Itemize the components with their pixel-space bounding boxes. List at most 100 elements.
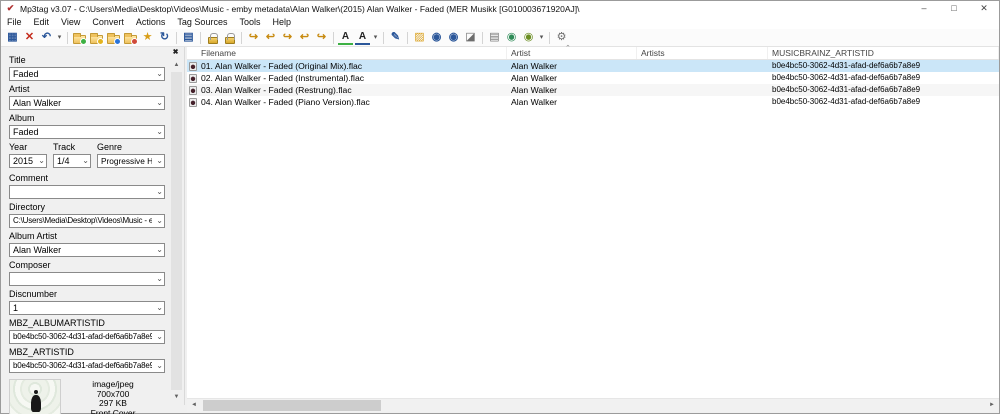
year-label: Year bbox=[9, 142, 47, 153]
column-header-filename[interactable]: Filename bbox=[187, 47, 507, 59]
menu-help[interactable]: Help bbox=[266, 16, 297, 29]
composer-label: Composer bbox=[9, 260, 165, 271]
edit-tag-icon[interactable]: ✎ bbox=[388, 30, 403, 45]
toolbar: ▦ ✕ ↶ ▾ ★ ↻ ▤ ↪ ↩ ↪ ↩ ↪ A A ▾ ✎ ▨ ◉ ◉ ◪ … bbox=[1, 29, 999, 47]
chevron-down-icon[interactable]: ⌄ bbox=[156, 97, 163, 109]
column-header-artist[interactable]: Artist bbox=[507, 47, 637, 59]
album-art-thumbnail[interactable] bbox=[9, 379, 61, 414]
chevron-down-icon[interactable]: ⌄ bbox=[156, 186, 163, 198]
convert-filename-tag-icon[interactable]: ↩ bbox=[263, 30, 278, 45]
chevron-down-icon[interactable]: ⌄ bbox=[156, 302, 163, 314]
undo-icon[interactable]: ↶ bbox=[39, 30, 54, 45]
options-icon[interactable]: ⚙ bbox=[554, 30, 569, 45]
mbz-albumartistid-field[interactable]: b0e4bc50-3062-4d31-afad-def6a6b7a8e9 ⌄ bbox=[9, 330, 165, 344]
notepad-icon[interactable]: ◪ bbox=[463, 30, 478, 45]
close-button[interactable]: ✕ bbox=[969, 1, 999, 16]
actions-icon[interactable]: A bbox=[338, 30, 353, 45]
convert-filename-filename-icon[interactable]: ↪ bbox=[280, 30, 295, 45]
titlebar: ✔ Mp3tag v3.07 - C:\Users\Media\Desktop\… bbox=[1, 1, 999, 16]
export-icon[interactable]: ▤ bbox=[487, 30, 502, 45]
scrollbar-thumb[interactable] bbox=[203, 400, 381, 411]
quick-actions-icon[interactable]: A bbox=[355, 30, 370, 45]
add-directory-icon[interactable] bbox=[89, 30, 104, 45]
toolbar-separator bbox=[383, 32, 384, 44]
chevron-down-icon[interactable]: ⌄ bbox=[156, 331, 163, 343]
favorite-directories-icon[interactable]: ★ bbox=[140, 30, 155, 45]
menu-actions[interactable]: Actions bbox=[130, 16, 172, 29]
year-field[interactable]: 2015 ⌄ bbox=[9, 154, 47, 168]
chevron-down-icon[interactable]: ⌄ bbox=[38, 155, 45, 167]
table-row[interactable]: 01. Alan Walker - Faded (Original Mix).f… bbox=[187, 60, 999, 72]
minimize-button[interactable]: – bbox=[909, 1, 939, 16]
undo-dropdown-icon[interactable]: ▾ bbox=[56, 30, 63, 45]
table-row[interactable]: 02. Alan Walker - Faded (Instrumental).f… bbox=[187, 72, 999, 84]
genre-field[interactable]: Progressive House ⌄ bbox=[97, 154, 165, 168]
web-globe-icon[interactable]: ◉ bbox=[504, 30, 519, 45]
save-tag-icon[interactable]: ▦ bbox=[5, 30, 20, 45]
menu-tag-sources[interactable]: Tag Sources bbox=[171, 16, 233, 29]
convert-textfile-tag-icon[interactable]: ↩ bbox=[297, 30, 312, 45]
chevron-down-icon[interactable]: ⌄ bbox=[156, 155, 163, 167]
album-field[interactable]: Faded ⌄ bbox=[9, 125, 165, 139]
scroll-down-icon[interactable]: ▼ bbox=[170, 391, 183, 403]
table-row[interactable]: 04. Alan Walker - Faded (Piano Version).… bbox=[187, 96, 999, 108]
chevron-down-icon[interactable]: ⌄ bbox=[156, 68, 163, 80]
menu-file[interactable]: File bbox=[1, 16, 28, 29]
convert-tag-tag-icon[interactable]: ↪ bbox=[314, 30, 329, 45]
web-globe-alt-icon[interactable]: ◉ bbox=[521, 30, 536, 45]
chevron-down-icon[interactable]: ⌄ bbox=[82, 155, 89, 167]
album-artist-field[interactable]: Alan Walker ⌄ bbox=[9, 243, 165, 257]
chevron-down-icon[interactable]: ⌄ bbox=[156, 215, 163, 227]
audio-file-icon bbox=[189, 98, 197, 107]
tag-copy-icon[interactable] bbox=[205, 30, 220, 45]
composer-field[interactable]: ⌄ bbox=[9, 272, 165, 286]
web-source-page-icon[interactable]: ▨ bbox=[412, 30, 427, 45]
column-header-artists[interactable]: Artists bbox=[637, 47, 768, 59]
cover-info: image/jpeg 700x700 297 KB Front Cover ⌄ bbox=[61, 379, 165, 414]
open-folder-icon[interactable] bbox=[106, 30, 121, 45]
mbz-artistid-field[interactable]: b0e4bc50-3062-4d31-afad-def6a6b7a8e9 ⌄ bbox=[9, 359, 165, 373]
chevron-down-icon[interactable]: ⌄ bbox=[156, 409, 163, 414]
horizontal-scrollbar[interactable]: ◄ ► bbox=[187, 398, 999, 412]
title-field[interactable]: Faded ⌄ bbox=[9, 67, 165, 81]
tag-paste-icon[interactable] bbox=[222, 30, 237, 45]
column-header-musicbrainz-artistid[interactable]: MUSICBRAINZ_ARTISTID bbox=[768, 47, 999, 59]
refresh-icon[interactable]: ↻ bbox=[157, 30, 172, 45]
toolbar-separator bbox=[407, 32, 408, 44]
directory-field[interactable]: C:\Users\Media\Desktop\Videos\Music - er… bbox=[9, 214, 165, 228]
change-directory-icon[interactable] bbox=[72, 30, 87, 45]
scrollbar-thumb[interactable] bbox=[171, 72, 182, 390]
audio-file-icon bbox=[189, 86, 197, 95]
menu-convert[interactable]: Convert bbox=[86, 16, 130, 29]
scroll-left-icon[interactable]: ◄ bbox=[187, 399, 201, 412]
directory-label: Directory bbox=[9, 202, 165, 213]
panel-scrollbar[interactable]: ▲ ▼ bbox=[170, 59, 183, 403]
table-row[interactable]: 03. Alan Walker - Faded (Restrung).flac … bbox=[187, 84, 999, 96]
comment-field[interactable]: ⌄ bbox=[9, 185, 165, 199]
menu-tools[interactable]: Tools bbox=[233, 16, 266, 29]
chevron-down-icon[interactable]: ⌄ bbox=[156, 273, 163, 285]
tag-source-discogs-icon[interactable]: ◉ bbox=[446, 30, 461, 45]
artist-field[interactable]: Alan Walker ⌄ bbox=[9, 96, 165, 110]
chevron-down-icon[interactable]: ⌄ bbox=[156, 360, 163, 372]
panel-close-icon[interactable]: ✖ bbox=[170, 48, 181, 58]
discnumber-field[interactable]: 1 ⌄ bbox=[9, 301, 165, 315]
menu-view[interactable]: View bbox=[55, 16, 86, 29]
chevron-down-icon[interactable]: ⌄ bbox=[156, 244, 163, 256]
remove-tag-icon[interactable]: ✕ bbox=[22, 30, 37, 45]
chevron-down-icon[interactable]: ⌄ bbox=[156, 126, 163, 138]
web-dropdown-icon[interactable]: ▾ bbox=[538, 30, 545, 45]
media-player-icon[interactable]: ▤ bbox=[181, 30, 196, 45]
maximize-button[interactable]: □ bbox=[939, 1, 969, 16]
menu-edit[interactable]: Edit bbox=[28, 16, 56, 29]
convert-tag-filename-icon[interactable]: ↪ bbox=[246, 30, 261, 45]
toolbar-separator bbox=[333, 32, 334, 44]
scroll-up-icon[interactable]: ▲ bbox=[170, 59, 183, 71]
toolbar-separator bbox=[549, 32, 550, 44]
tag-source-freedb-icon[interactable]: ◉ bbox=[429, 30, 444, 45]
parent-folder-icon[interactable] bbox=[123, 30, 138, 45]
scroll-right-icon[interactable]: ► bbox=[985, 399, 999, 412]
file-list: Filename Artist Artists MUSICBRAINZ_ARTI… bbox=[187, 47, 999, 398]
actions-dropdown-icon[interactable]: ▾ bbox=[372, 30, 379, 45]
track-field[interactable]: 1/4 ⌄ bbox=[53, 154, 91, 168]
